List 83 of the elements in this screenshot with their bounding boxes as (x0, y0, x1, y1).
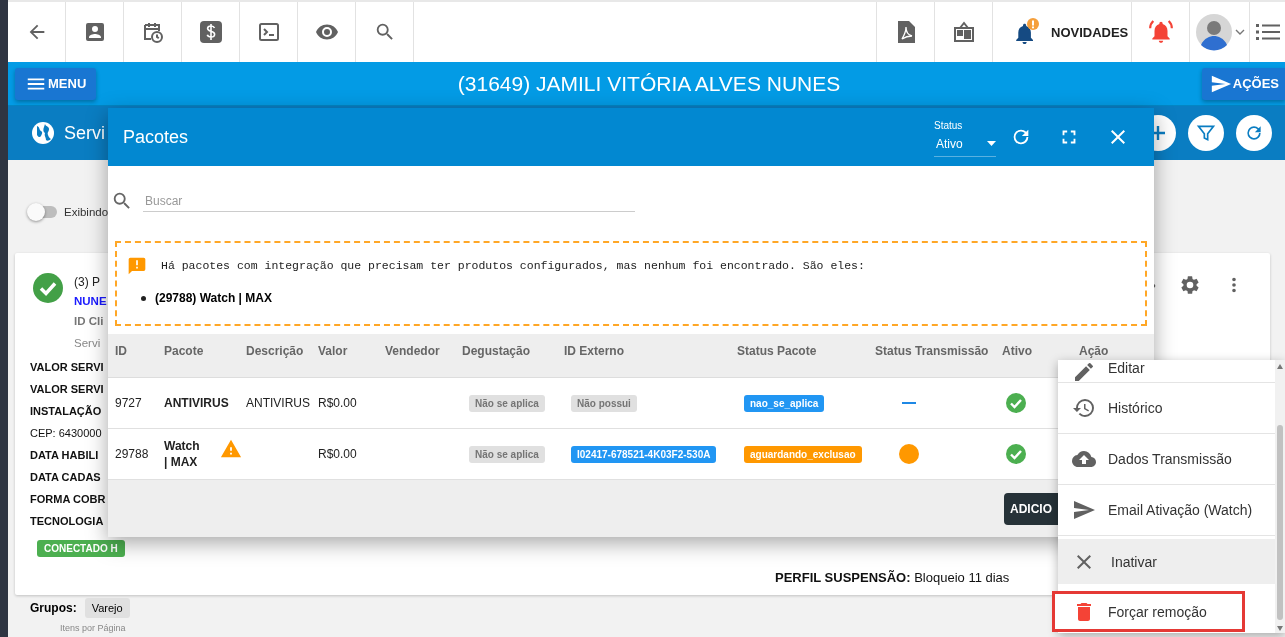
table-cell-text: R$0.00 (318, 396, 358, 410)
status-chip: nao_se_aplica (744, 394, 825, 412)
table-cell-text: ANTIVIRUS (246, 396, 311, 410)
service-label: Servi (74, 336, 101, 351)
detail-line: VALOR SERVI (30, 382, 104, 397)
package-name: ANTIVIRUS (164, 395, 229, 411)
detail-line: CEP: 6430000 (30, 426, 102, 441)
table-cell-text: 29788 (115, 447, 150, 461)
column-header: ID Externo (564, 344, 625, 358)
scroll-up-icon[interactable] (1277, 364, 1283, 369)
column-header: ID (115, 344, 128, 358)
detail-line: VALOR SERVI (30, 360, 104, 375)
menu-item[interactable]: Editar (1058, 360, 1275, 383)
column-header: Valor (318, 344, 349, 358)
alert-message: Há pacotes com integração que precisam ter produtos configurados, mas nenhum foi encontrado. São eles: (161, 259, 865, 272)
avatar[interactable] (1194, 13, 1233, 51)
service-title: (3) P (74, 274, 100, 291)
menu-item[interactable]: Inativar (1058, 539, 1275, 584)
refresh-icon (1244, 123, 1264, 143)
column-header: Status Transmissão (875, 344, 990, 358)
client-id: ID Cli (74, 314, 104, 329)
menu-item[interactable]: Dados Transmissão (1058, 434, 1275, 485)
building-icon[interactable] (951, 20, 976, 44)
menu-button[interactable]: MENU (15, 67, 97, 100)
toggle-label: Exibindo (64, 206, 109, 218)
settings-icon[interactable] (1179, 274, 1201, 296)
detail-line: DATA CADAS (30, 470, 101, 485)
detail-line: FORMA COBR (30, 492, 106, 507)
menu-item[interactable]: Email Ativação (Watch) (1058, 485, 1275, 536)
column-header: Degustação (462, 344, 532, 358)
customer-title: (31649) JAMILI VITÓRIA ALVES NUNES (456, 71, 842, 96)
dash-icon (901, 401, 916, 405)
package-name: Watch | MAX (164, 438, 201, 470)
pending-dot (898, 444, 919, 464)
list-icon[interactable] (1256, 22, 1280, 42)
modal-title: Pacotes (123, 126, 190, 148)
detail-line: DATA HABILI (30, 448, 99, 463)
menu-item[interactable]: Forçar remoção (1052, 591, 1245, 632)
column-header: Vendedor (385, 344, 441, 358)
menu-item[interactable]: Histórico (1058, 383, 1275, 434)
table-cell-text: 9727 (115, 396, 143, 410)
news-label[interactable]: NOVIDADES (1051, 24, 1129, 40)
scrollbar[interactable] (1275, 360, 1285, 633)
terminal-icon[interactable] (256, 20, 281, 44)
alert-item: (29788) Watch | MAX (155, 291, 272, 305)
items-per-page-label: Itens por Página (60, 623, 126, 634)
scroll-down-icon[interactable] (1277, 626, 1283, 631)
group-chip: Varejo (84, 598, 130, 618)
history-icon (1072, 396, 1096, 420)
suspension-profile: PERFIL SUSPENSÃO: Bloqueio 11 dias (775, 570, 1011, 585)
chevron-down-icon[interactable] (1234, 27, 1245, 37)
column-header: Ativo (1002, 344, 1033, 358)
section-title: Servi (64, 122, 105, 144)
status-select[interactable]: Status Ativo (934, 119, 996, 157)
send-icon (1072, 498, 1096, 522)
column-header: Pacote (164, 344, 205, 358)
caret-icon (987, 141, 996, 146)
alarm-bell-icon[interactable] (1147, 19, 1174, 45)
dollar-icon[interactable] (198, 20, 223, 44)
refresh-button[interactable] (1236, 115, 1272, 151)
external-id-chip: Não possui (571, 394, 637, 412)
external-id-chip: I02417-678521-4K03F2-530A (571, 445, 717, 463)
table-cell-text: R$0.00 (318, 447, 358, 461)
status-badge: CONECTADO H (37, 540, 125, 557)
filter-button[interactable] (1188, 115, 1224, 151)
tasting-chip: Não se aplica (469, 445, 545, 463)
groups-label: Grupos: (30, 601, 77, 615)
column-header: Descrição (246, 344, 305, 358)
actions-button[interactable]: AÇÕES (1201, 67, 1285, 100)
check-circle-icon (33, 273, 63, 303)
pencil-icon (1072, 360, 1096, 384)
search-icon (111, 190, 133, 212)
display-toggle[interactable] (29, 206, 57, 218)
column-header: Ação (1079, 344, 1110, 358)
alert-icon (127, 256, 147, 276)
status-chip: aguardando_exclusao (744, 445, 862, 463)
customer-name: NUNE (74, 294, 107, 309)
column-header: Status Pacote (737, 344, 818, 358)
tasting-chip: Não se aplica (469, 394, 545, 412)
globe-icon (31, 121, 55, 145)
filter-icon (1196, 123, 1216, 143)
detail-line: TECNOLOGIA (30, 514, 104, 529)
detail-line: INSTALAÇÃO (30, 404, 102, 419)
